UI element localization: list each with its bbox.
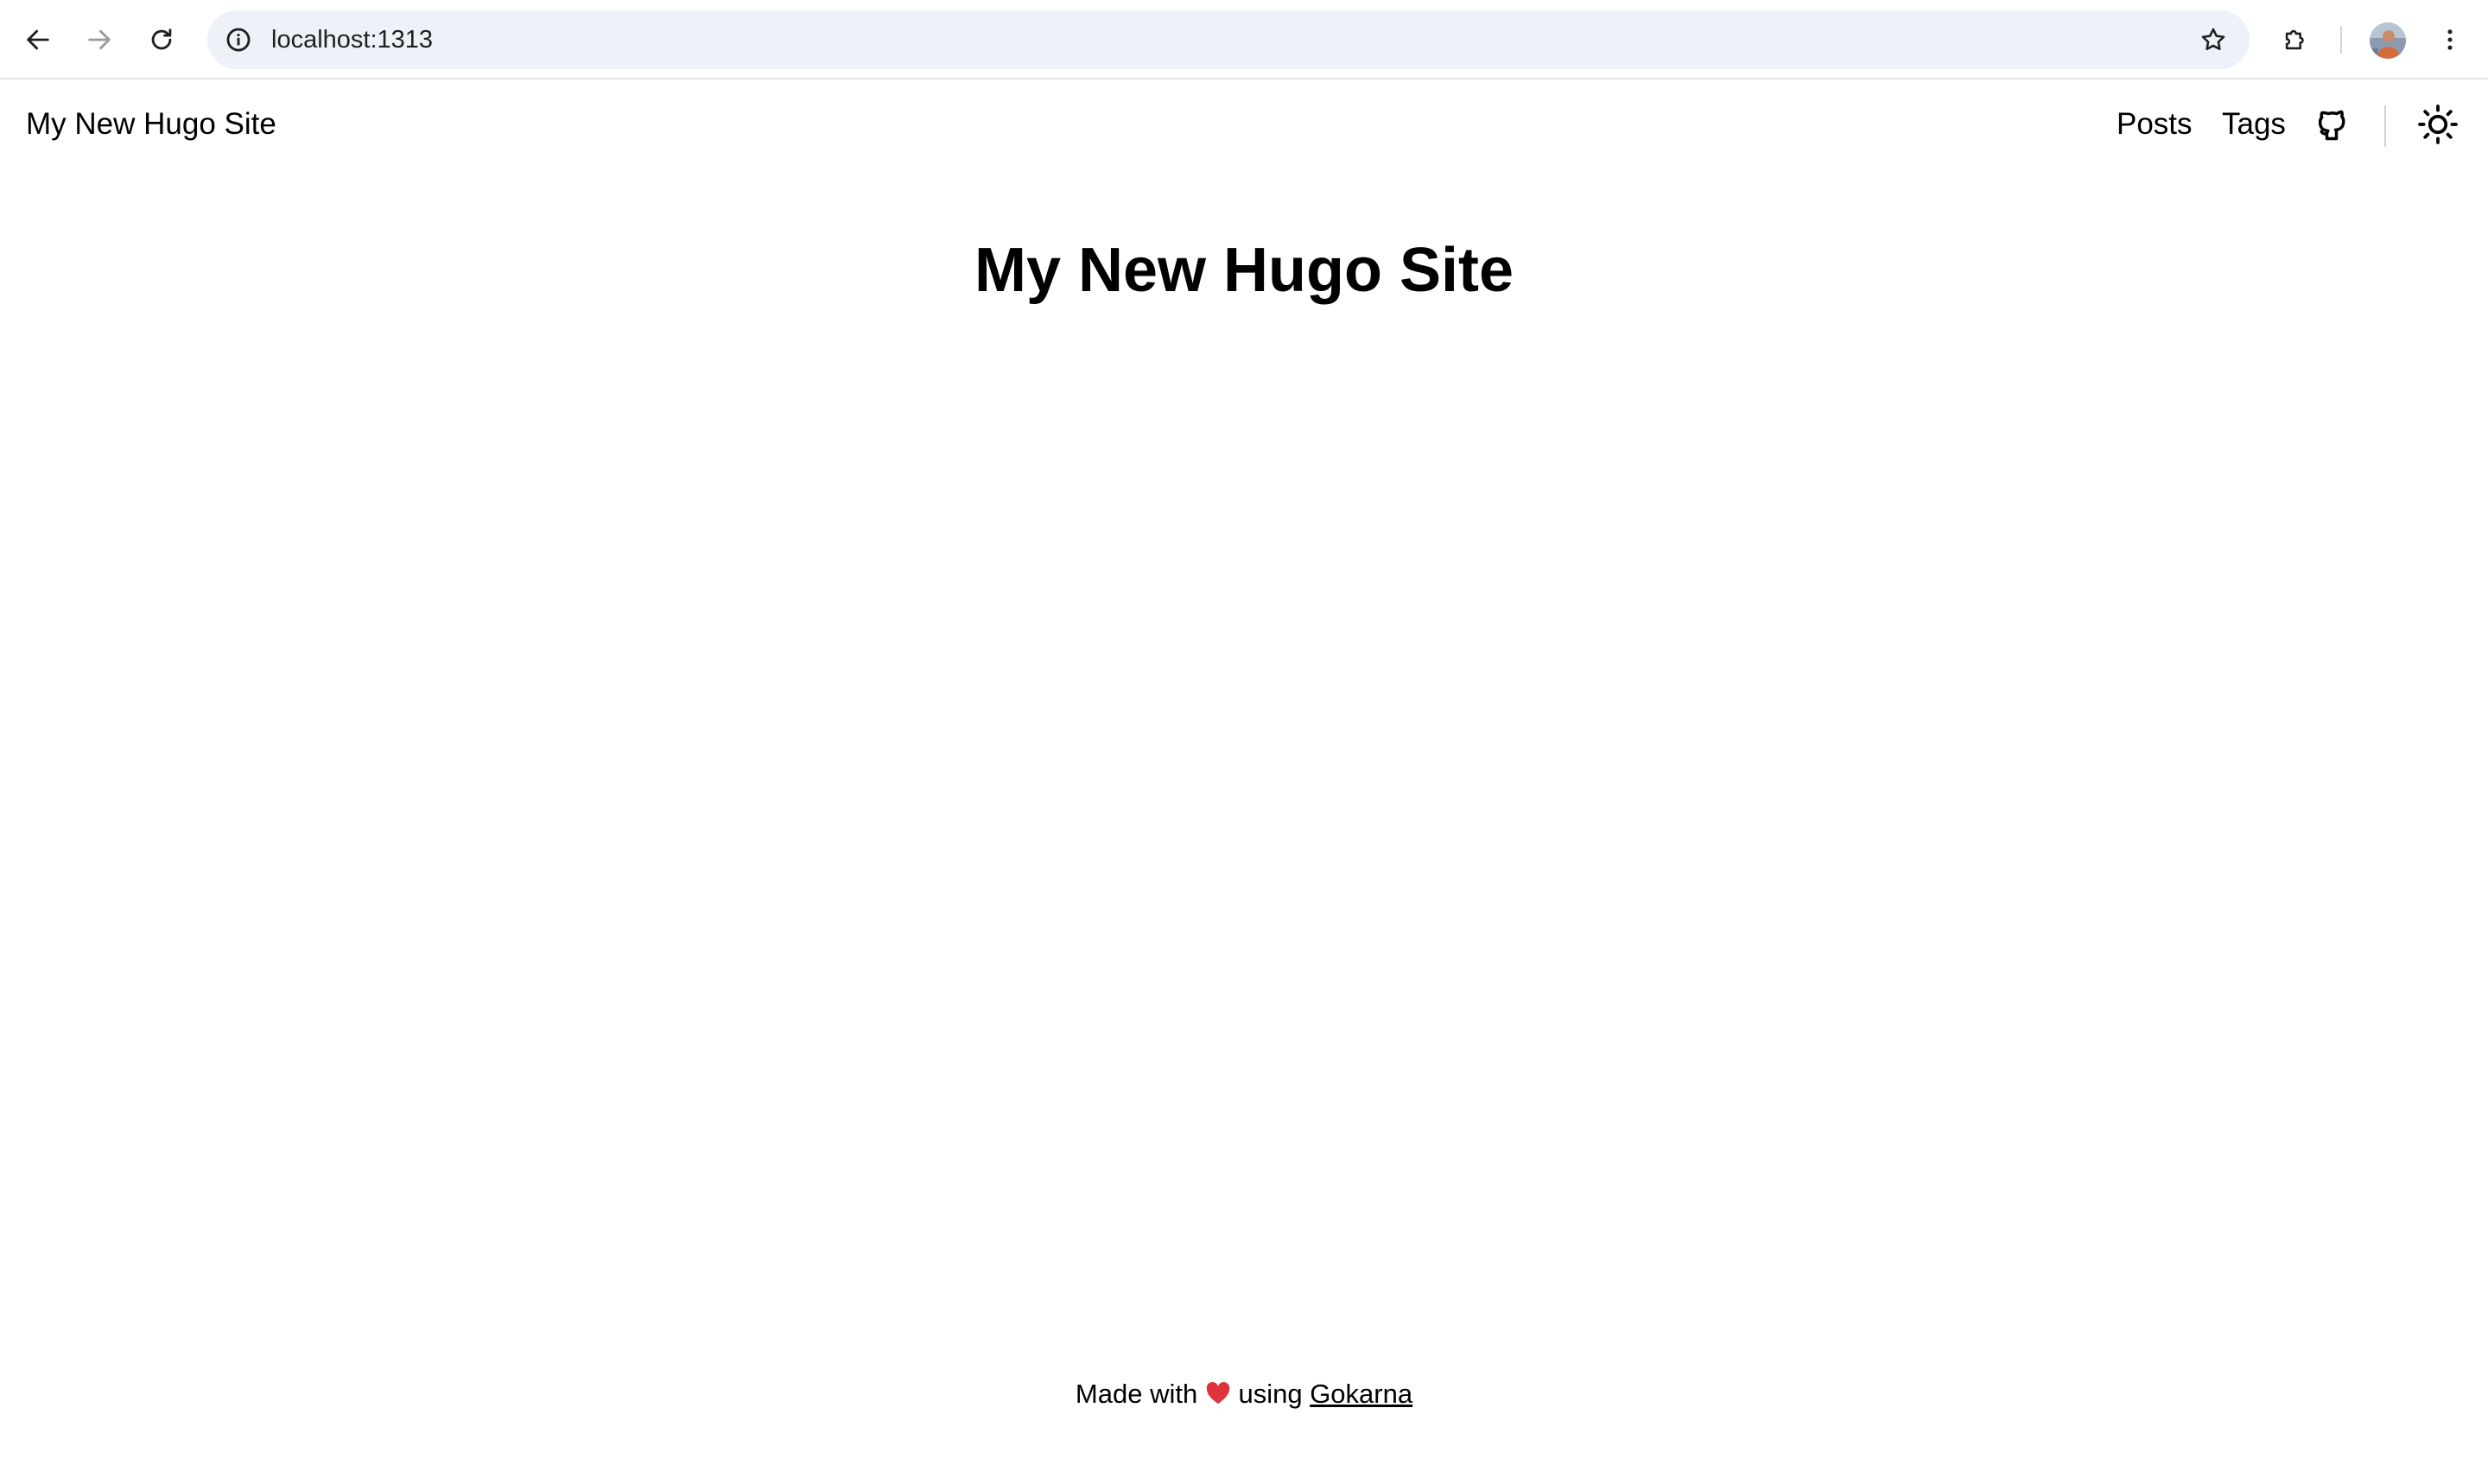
menu-divider bbox=[2384, 105, 2386, 147]
site-info-button[interactable] bbox=[221, 22, 256, 57]
page-title: My New Hugo Site bbox=[974, 236, 1514, 305]
forward-button[interactable] bbox=[79, 19, 120, 60]
star-icon bbox=[2201, 28, 2225, 51]
bookmark-button[interactable] bbox=[2196, 22, 2231, 57]
url-input[interactable] bbox=[271, 10, 1740, 69]
profile-avatar-icon bbox=[2370, 22, 2406, 59]
gokarna-link[interactable]: Gokarna bbox=[1310, 1379, 1412, 1409]
sun-icon bbox=[2418, 105, 2458, 144]
site-footer: Made with using Gokarna bbox=[0, 1377, 2488, 1411]
more-vertical-icon bbox=[2447, 29, 2453, 50]
heart-icon bbox=[1205, 1381, 1231, 1405]
info-icon bbox=[226, 28, 251, 52]
extensions-button[interactable] bbox=[2275, 19, 2316, 60]
puzzle-icon bbox=[2285, 29, 2304, 50]
arrow-left-icon bbox=[27, 29, 49, 50]
site-header: My New Hugo Site Posts Tags bbox=[0, 79, 2488, 173]
github-icon bbox=[2318, 110, 2345, 141]
browser-menu-button[interactable] bbox=[2429, 19, 2471, 60]
address-bar[interactable] bbox=[207, 10, 2250, 69]
nav-posts-link[interactable]: Posts bbox=[2117, 105, 2193, 143]
avatar[interactable] bbox=[2370, 22, 2406, 59]
arrow-right-icon bbox=[88, 29, 111, 50]
theme-toggle-button[interactable] bbox=[2415, 102, 2460, 147]
nav-tags-link[interactable]: Tags bbox=[2222, 105, 2286, 143]
github-link[interactable] bbox=[2313, 104, 2351, 145]
footer-using-text: using bbox=[1238, 1379, 1303, 1409]
reload-button[interactable] bbox=[141, 19, 182, 60]
reload-icon bbox=[151, 29, 172, 50]
site-brand-link[interactable]: My New Hugo Site bbox=[26, 105, 276, 143]
footer-made-with-text: Made with bbox=[1075, 1379, 1198, 1409]
browser-toolbar bbox=[0, 0, 2488, 79]
toolbar-divider bbox=[2340, 26, 2342, 54]
back-button[interactable] bbox=[17, 19, 59, 60]
